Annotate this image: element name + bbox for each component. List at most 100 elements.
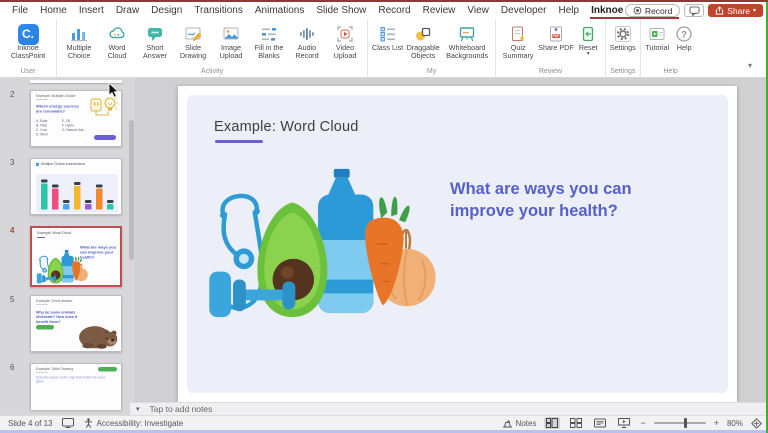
slide-canvas[interactable]: Example: Word Cloud What are ways you ca… bbox=[178, 86, 737, 402]
menu-tab-design[interactable]: Design bbox=[145, 2, 188, 19]
menu-tab-file[interactable]: File bbox=[6, 2, 34, 19]
menu-tab-transitions[interactable]: Transitions bbox=[188, 2, 249, 19]
gear-icon bbox=[614, 24, 632, 44]
zoom-slider[interactable] bbox=[653, 418, 706, 428]
slide-background-card[interactable]: Example: Word Cloud What are ways you ca… bbox=[187, 95, 728, 393]
whiteboard-backgrounds-button[interactable]: Whiteboard Backgrounds bbox=[442, 23, 492, 62]
ribbon-group-user: C. Inknoe ClassPoint User bbox=[0, 19, 57, 77]
thumb4-title-underline bbox=[37, 237, 45, 238]
ribbon-collapse-chevron[interactable]: ▾ bbox=[748, 62, 752, 70]
lightbulb-plug-illustration bbox=[89, 96, 119, 119]
thumbnail-slide-4-selected[interactable]: Example: Word Cloud What are ways you ca… bbox=[30, 226, 122, 287]
zoom-in-button[interactable]: + bbox=[714, 418, 719, 428]
thumb6-header: Example: Slide Drawing bbox=[36, 367, 74, 372]
short-answer-button[interactable]: Short Answer bbox=[136, 23, 174, 62]
ribbon-group-label-user: User bbox=[20, 68, 36, 75]
thumb5-answer-pill bbox=[36, 325, 54, 330]
menu-tab-slide-show[interactable]: Slide Show bbox=[310, 2, 372, 19]
ribbon: C. Inknoe ClassPoint User Multiple Choic… bbox=[0, 19, 768, 78]
quiz-summary-button[interactable]: Quiz Summary bbox=[499, 23, 537, 62]
thumbnail-slide-3[interactable]: Multiple Choice submissions bbox=[30, 158, 122, 215]
menu-tab-animations[interactable]: Animations bbox=[249, 2, 310, 19]
menu-tab-draw[interactable]: Draw bbox=[110, 2, 145, 19]
audio-record-button[interactable]: Audio Record bbox=[288, 23, 326, 62]
menu-tab-help[interactable]: Help bbox=[553, 2, 586, 19]
record-dot-icon bbox=[633, 6, 642, 15]
thumbnail-slide-6[interactable]: Example: Slide Drawing Draw the areas on… bbox=[30, 363, 122, 410]
ribbon-group-help: Tutorial ? Help Help bbox=[641, 19, 701, 77]
reset-button[interactable]: Reset ▾ bbox=[575, 23, 602, 57]
settings-button[interactable]: Settings bbox=[609, 23, 637, 53]
menu-tab-insert[interactable]: Insert bbox=[73, 2, 110, 19]
record-button[interactable]: Record bbox=[624, 4, 681, 17]
notes-collapse-chevron[interactable]: ▾ bbox=[136, 405, 140, 413]
cloud-icon bbox=[108, 24, 126, 44]
notes-toggle-button[interactable]: Notes bbox=[502, 419, 536, 428]
share-button[interactable]: Share ▾ bbox=[708, 4, 763, 17]
help-button[interactable]: ? Help bbox=[671, 23, 698, 53]
slide-number-4: 4 bbox=[10, 226, 15, 235]
zoom-out-button[interactable]: − bbox=[640, 418, 645, 428]
share-dropdown-chevron: ▾ bbox=[752, 8, 756, 14]
thumbnail-scrollbar-thumb[interactable] bbox=[129, 120, 134, 260]
slide-drawing-button[interactable]: Slide Drawing bbox=[174, 23, 212, 62]
tutorial-button[interactable]: Tutorial bbox=[644, 23, 671, 53]
thumbnail-scrollbar[interactable] bbox=[129, 82, 134, 410]
zoom-level[interactable]: 80% bbox=[727, 419, 743, 428]
thumb3-header: Multiple Choice submissions bbox=[41, 162, 86, 167]
share-icon bbox=[715, 6, 724, 15]
menu-tab-view[interactable]: View bbox=[461, 2, 495, 19]
fit-slide-to-window-button[interactable] bbox=[751, 417, 762, 429]
pdf-icon: PDF bbox=[547, 24, 565, 44]
classpoint-logo-icon: C. bbox=[17, 23, 39, 45]
ribbon-group-review: Quiz Summary PDF Share PDF Reset ▾ Revie… bbox=[496, 19, 606, 77]
ribbon-group-activity: Multiple Choice Word Cloud Short Answer bbox=[57, 19, 368, 77]
waveform-icon bbox=[298, 24, 316, 44]
healthy-lifestyle-illustration[interactable] bbox=[197, 155, 445, 328]
notes-podium-icon bbox=[502, 419, 513, 428]
slide-number-2: 2 bbox=[10, 90, 15, 99]
reading-view-button[interactable] bbox=[592, 417, 608, 429]
menu-tab-home[interactable]: Home bbox=[34, 2, 73, 19]
ribbon-group-label-settings: Settings bbox=[610, 68, 636, 75]
thumbnail-slide-5[interactable]: Example: Short Answer Why do some animal… bbox=[30, 295, 122, 352]
class-list-button[interactable]: Class List bbox=[371, 23, 404, 53]
word-cloud-button[interactable]: Word Cloud bbox=[98, 23, 136, 62]
pencil-slide-icon bbox=[184, 24, 202, 44]
bar-chart-icon bbox=[70, 24, 88, 44]
image-upload-button[interactable]: Image Upload bbox=[212, 23, 250, 62]
video-icon bbox=[336, 24, 354, 44]
slide-thumbnail-panel: 2 Example: Multiple Choice Which energy … bbox=[0, 78, 135, 415]
multiple-choice-button[interactable]: Multiple Choice bbox=[60, 23, 98, 62]
display-settings-icon[interactable] bbox=[62, 418, 75, 428]
fill-in-the-blanks-button[interactable]: Fill in the Blanks bbox=[250, 23, 288, 62]
thumb2-subline bbox=[36, 99, 48, 100]
accessibility-status[interactable]: Accessibility: Investigate bbox=[84, 418, 183, 428]
slide-title[interactable]: Example: Word Cloud bbox=[214, 119, 359, 135]
accessibility-person-icon bbox=[84, 418, 93, 428]
slide-indicator: Slide 4 of 13 bbox=[8, 418, 53, 428]
record-button-label: Record bbox=[644, 5, 673, 16]
menu-tab-developer[interactable]: Developer bbox=[495, 2, 553, 19]
zoom-slider-thumb[interactable] bbox=[683, 418, 687, 428]
menu-tab-record[interactable]: Record bbox=[372, 2, 416, 19]
slide-sorter-view-button[interactable] bbox=[568, 417, 584, 429]
thumb5-subline bbox=[36, 304, 48, 305]
draggable-objects-button[interactable]: Draggable Objects bbox=[404, 23, 442, 62]
reset-dropdown-chevron[interactable]: ▾ bbox=[587, 51, 590, 57]
share-pdf-button[interactable]: PDF Share PDF bbox=[537, 23, 575, 53]
status-bar: Slide 4 of 13 Accessibility: Investigate… bbox=[0, 415, 768, 430]
notes-placeholder[interactable]: Tap to add notes bbox=[150, 404, 213, 414]
classpoint-button[interactable]: C. Inknoe ClassPoint bbox=[3, 23, 53, 62]
svg-text:?: ? bbox=[681, 29, 687, 39]
comments-button[interactable] bbox=[684, 4, 705, 17]
notes-bar[interactable]: ▾ Tap to add notes bbox=[130, 402, 768, 415]
normal-view-button[interactable] bbox=[544, 417, 561, 429]
video-upload-button[interactable]: Video Upload bbox=[326, 23, 364, 62]
reset-icon bbox=[579, 24, 597, 44]
slide-question-text[interactable]: What are ways you can improve your healt… bbox=[450, 179, 670, 223]
slideshow-view-button[interactable] bbox=[616, 417, 632, 429]
thumb5-header: Example: Short Answer bbox=[36, 299, 73, 304]
thumb2-options-col1: A. Solar B. Tidal C. Coal D. Wind bbox=[36, 119, 48, 137]
menu-tab-review[interactable]: Review bbox=[417, 2, 462, 19]
